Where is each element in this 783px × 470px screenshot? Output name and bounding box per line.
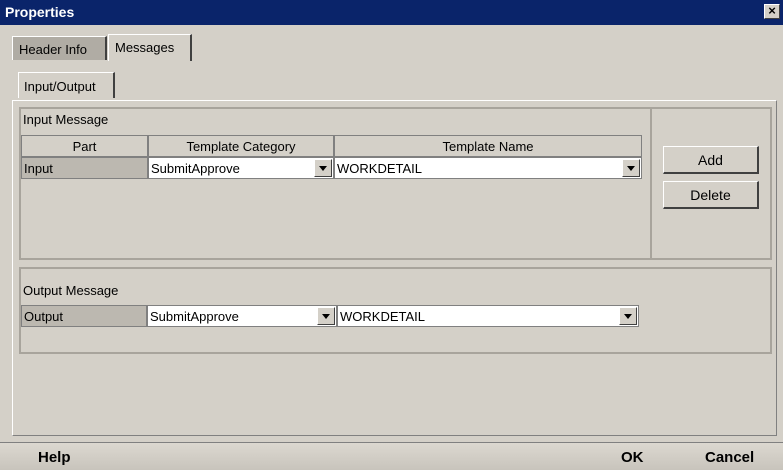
column-header-template-name[interactable]: Template Name [334,135,642,157]
title-bar: Properties × [0,0,783,25]
chevron-down-icon[interactable] [317,307,335,325]
output-category-select[interactable]: SubmitApprove [147,305,337,327]
tab-messages-label: Messages [115,40,175,55]
input-message-group: Input Message Part Template Category Tem… [19,107,652,260]
input-template-name-value: WORKDETAIL [337,161,422,176]
column-header-part[interactable]: Part [21,135,148,157]
output-part-cell[interactable]: Output [21,305,147,327]
footer-bar: Help OK Cancel [0,442,783,470]
help-button[interactable]: Help [38,449,71,466]
add-button[interactable]: Add [663,146,759,174]
column-header-template-category[interactable]: Template Category [148,135,334,157]
output-message-title: Output Message [23,283,119,298]
input-category-select[interactable]: SubmitApprove [148,157,334,179]
chevron-down-icon[interactable] [619,307,637,325]
tab-header-info[interactable]: Header Info [12,36,107,60]
input-part-cell[interactable]: Input [21,157,148,179]
input-category-value: SubmitApprove [151,161,240,176]
chevron-down-icon[interactable] [622,159,640,177]
tab-panel: Input Message Part Template Category Tem… [12,100,777,436]
cancel-button[interactable]: Cancel [705,449,754,466]
tab-messages[interactable]: Messages [108,34,192,61]
delete-button[interactable]: Delete [663,181,759,209]
ok-button[interactable]: OK [621,449,644,466]
subtab-input-output[interactable]: Input/Output [18,72,115,98]
output-message-group: Output Message Output SubmitApprove WORK… [19,267,772,354]
chevron-down-icon[interactable] [314,159,332,177]
input-template-name-select[interactable]: WORKDETAIL [334,157,642,179]
output-category-value: SubmitApprove [150,309,239,324]
input-message-title: Input Message [23,112,109,127]
subtab-input-output-label: Input/Output [24,79,96,94]
output-template-name-value: WORKDETAIL [340,309,425,324]
output-template-name-select[interactable]: WORKDETAIL [337,305,639,327]
window-title: Properties [5,4,75,20]
close-icon[interactable]: × [764,4,780,19]
tab-header-info-label: Header Info [19,42,87,57]
